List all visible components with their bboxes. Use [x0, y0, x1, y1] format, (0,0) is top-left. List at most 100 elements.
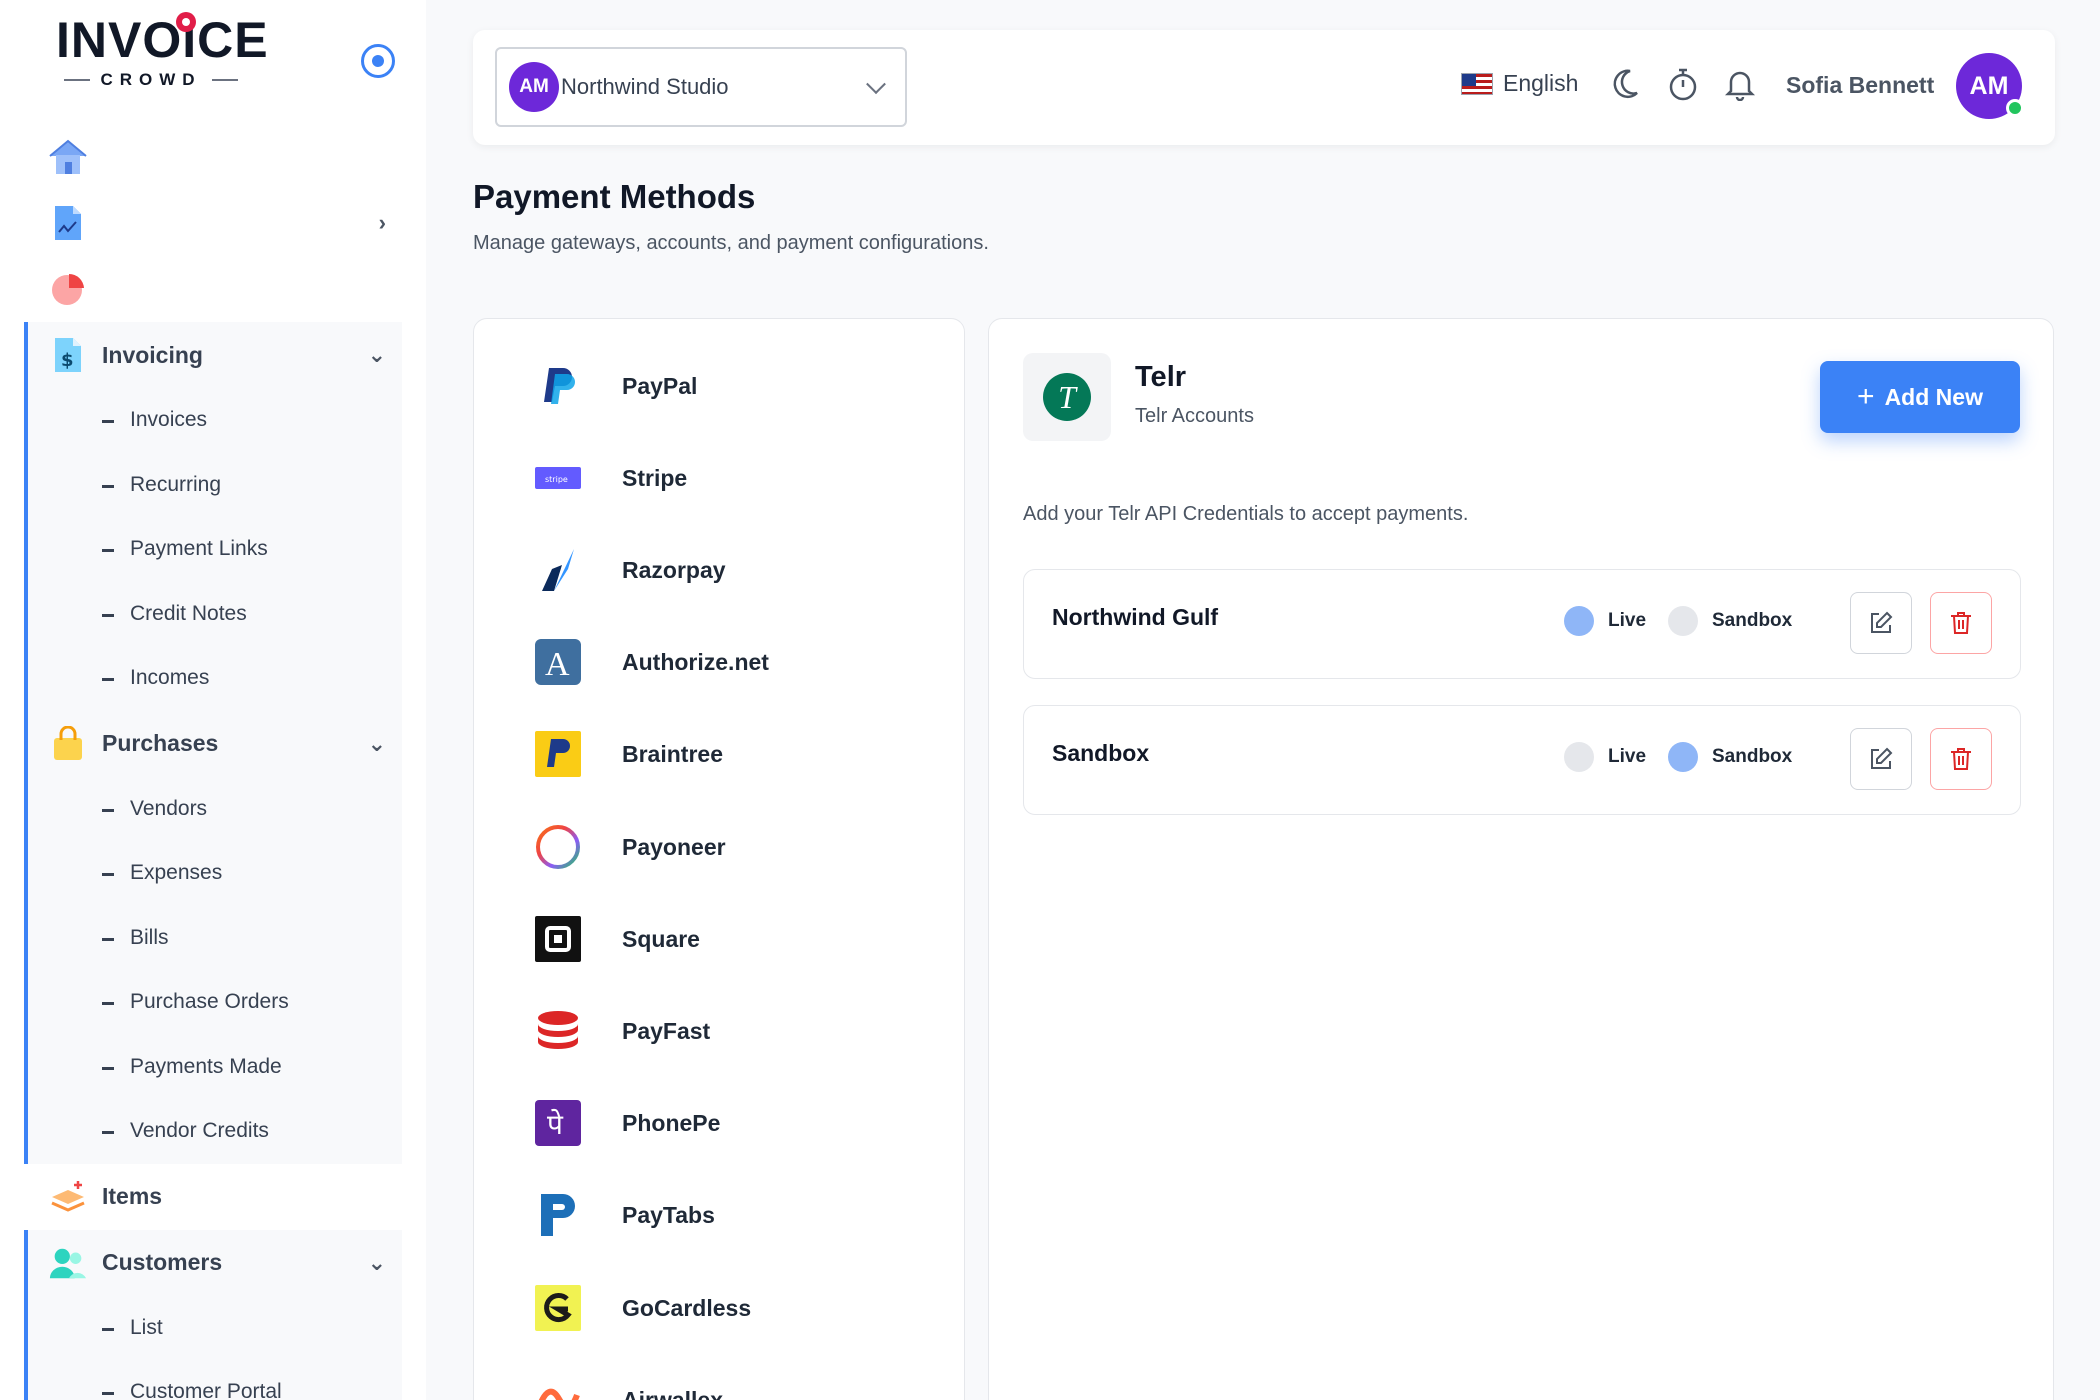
telr-logo: T	[1023, 353, 1111, 441]
payoneer-icon	[534, 823, 582, 871]
sidebar-item-purchases[interactable]: Purchases ⌄	[28, 711, 402, 777]
svg-text:stripe: stripe	[545, 475, 568, 484]
top-header: AM Northwind Studio English Sofia Bennet…	[473, 30, 2055, 145]
sidebar-subitem-payment-links[interactable]: Payment Links	[28, 517, 402, 582]
sidebar-subitem-bills[interactable]: Bills	[28, 906, 402, 971]
sidebar-subitem-customer-portal[interactable]: Customer Portal	[28, 1360, 402, 1400]
sidebar-toggle-button[interactable]	[361, 44, 395, 78]
svg-text:A: A	[545, 646, 570, 683]
sidebar-item-dashboard[interactable]	[24, 124, 402, 190]
app-logo[interactable]: INVOICE CROWD	[56, 12, 268, 96]
gateway-list: PayPal stripe Stripe Razorpay A Authoriz…	[473, 318, 965, 1400]
sidebar-item-label: Customers	[102, 1249, 223, 1275]
live-radio[interactable]: Live	[1564, 606, 1646, 636]
add-new-button[interactable]: + Add New	[1820, 361, 2020, 433]
user-avatar[interactable]: AM	[1956, 53, 2024, 119]
sidebar-item-items[interactable]: Items	[24, 1164, 402, 1230]
paytabs-icon	[534, 1191, 582, 1239]
logo-subtitle: CROWD	[100, 70, 202, 89]
sidebar-group-invoicing: $ Invoicing ⌄ Invoices Recurring Payment…	[24, 322, 402, 711]
sandbox-radio[interactable]: Sandbox	[1668, 742, 1792, 772]
chevron-down-icon: ⌄	[367, 730, 386, 756]
layers-plus-icon	[48, 1177, 88, 1217]
svg-text:$: $	[61, 350, 74, 371]
sidebar-subitem-payments-made[interactable]: Payments Made	[28, 1035, 402, 1100]
sidebar-item-invoicing[interactable]: $ Invoicing ⌄	[28, 322, 402, 388]
gateway-item-razorpay[interactable]: Razorpay	[534, 540, 726, 600]
gateway-subtitle: Telr Accounts	[1135, 405, 1254, 427]
language-select[interactable]: English	[1461, 70, 1578, 97]
braintree-icon	[534, 730, 582, 778]
page-title: Payment Methods	[473, 178, 756, 215]
chevron-down-icon	[866, 74, 886, 95]
stopwatch-icon[interactable]	[1663, 64, 1703, 104]
user-name[interactable]: Sofia Bennett	[1786, 72, 1934, 99]
razorpay-icon	[534, 546, 582, 594]
paypal-icon	[534, 362, 582, 410]
plus-icon: +	[1857, 380, 1875, 413]
airwallex-icon	[534, 1376, 582, 1400]
sidebar-nav: › $ Invoicing ⌄ Invoices Recurring Payme…	[24, 124, 402, 1400]
gocardless-icon	[534, 1284, 582, 1332]
sidebar-subitem-vendor-credits[interactable]: Vendor Credits	[28, 1099, 402, 1164]
bell-icon[interactable]	[1720, 64, 1760, 104]
gateway-item-square[interactable]: Square	[534, 909, 700, 969]
moon-icon[interactable]	[1605, 64, 1645, 104]
sidebar-subitem-recurring[interactable]: Recurring	[28, 453, 402, 518]
account-name: Sandbox	[1052, 740, 1150, 766]
trash-icon	[1951, 748, 1971, 770]
sidebar-subitem-incomes[interactable]: Incomes	[28, 646, 402, 711]
svg-text:पे: पे	[547, 1108, 564, 1141]
org-avatar: AM	[509, 62, 559, 112]
live-radio[interactable]: Live	[1564, 742, 1646, 772]
shopping-bag-icon	[48, 724, 88, 764]
sandbox-radio[interactable]: Sandbox	[1668, 606, 1792, 636]
gateway-description: Add your Telr API Credentials to accept …	[1023, 503, 1469, 525]
phonepe-icon: पे	[534, 1099, 582, 1147]
edit-icon	[1871, 747, 1893, 769]
chevron-down-icon: ⌄	[367, 1249, 386, 1275]
sidebar-item-estimates[interactable]	[24, 256, 402, 322]
sidebar-subitem-credit-notes[interactable]: Credit Notes	[28, 582, 402, 647]
radio-target-icon	[372, 55, 384, 67]
gateway-item-authorize-net[interactable]: A Authorize.net	[534, 632, 769, 692]
sidebar-item-label: Items	[102, 1183, 163, 1209]
organization-select[interactable]: AM Northwind Studio	[495, 47, 907, 127]
gateway-item-phonepe[interactable]: पे PhonePe	[534, 1093, 720, 1153]
telr-icon: T	[1043, 373, 1091, 421]
home-icon	[48, 137, 88, 177]
document-chart-icon	[48, 203, 88, 243]
gateway-item-paypal[interactable]: PayPal	[534, 356, 697, 416]
us-flag-icon	[1461, 72, 1493, 95]
gateway-item-stripe[interactable]: stripe Stripe	[534, 448, 687, 508]
page-subtitle: Manage gateways, accounts, and payment c…	[473, 232, 989, 254]
gateway-item-airwallex[interactable]: Airwallex	[534, 1370, 723, 1400]
gateway-item-braintree[interactable]: Braintree	[534, 724, 723, 784]
sidebar-item-proposals[interactable]: ›	[24, 190, 402, 256]
gateway-item-gocardless[interactable]: GoCardless	[534, 1278, 751, 1338]
edit-button[interactable]	[1850, 592, 1912, 654]
sidebar-subitem-purchase-orders[interactable]: Purchase Orders	[28, 970, 402, 1035]
delete-button[interactable]	[1930, 728, 1992, 790]
edit-button[interactable]	[1850, 728, 1912, 790]
account-card: Sandbox Live Sandbox	[1023, 705, 2021, 815]
edit-icon	[1871, 611, 1893, 633]
payfast-icon	[534, 1007, 582, 1055]
delete-button[interactable]	[1930, 592, 1992, 654]
square-icon	[534, 915, 582, 963]
gateway-item-payoneer[interactable]: Payoneer	[534, 817, 726, 877]
gateway-item-paytabs[interactable]: PayTabs	[534, 1185, 715, 1245]
authorize-net-icon: A	[534, 638, 582, 686]
account-card: Northwind Gulf Live Sandbox	[1023, 569, 2021, 679]
sidebar-subitem-expenses[interactable]: Expenses	[28, 841, 402, 906]
account-name: Northwind Gulf	[1052, 604, 1219, 630]
sidebar-subitem-list[interactable]: List	[28, 1296, 402, 1361]
sidebar-item-customers[interactable]: Customers ⌄	[28, 1230, 402, 1296]
sidebar-subitem-invoices[interactable]: Invoices	[28, 388, 402, 453]
gateway-item-payfast[interactable]: PayFast	[534, 1001, 710, 1061]
sidebar-subitem-vendors[interactable]: Vendors	[28, 777, 402, 842]
online-status-dot	[2006, 99, 2024, 117]
chevron-down-icon: ⌄	[367, 342, 386, 367]
gateway-title: Telr	[1135, 361, 1187, 393]
language-label: English	[1503, 70, 1579, 96]
